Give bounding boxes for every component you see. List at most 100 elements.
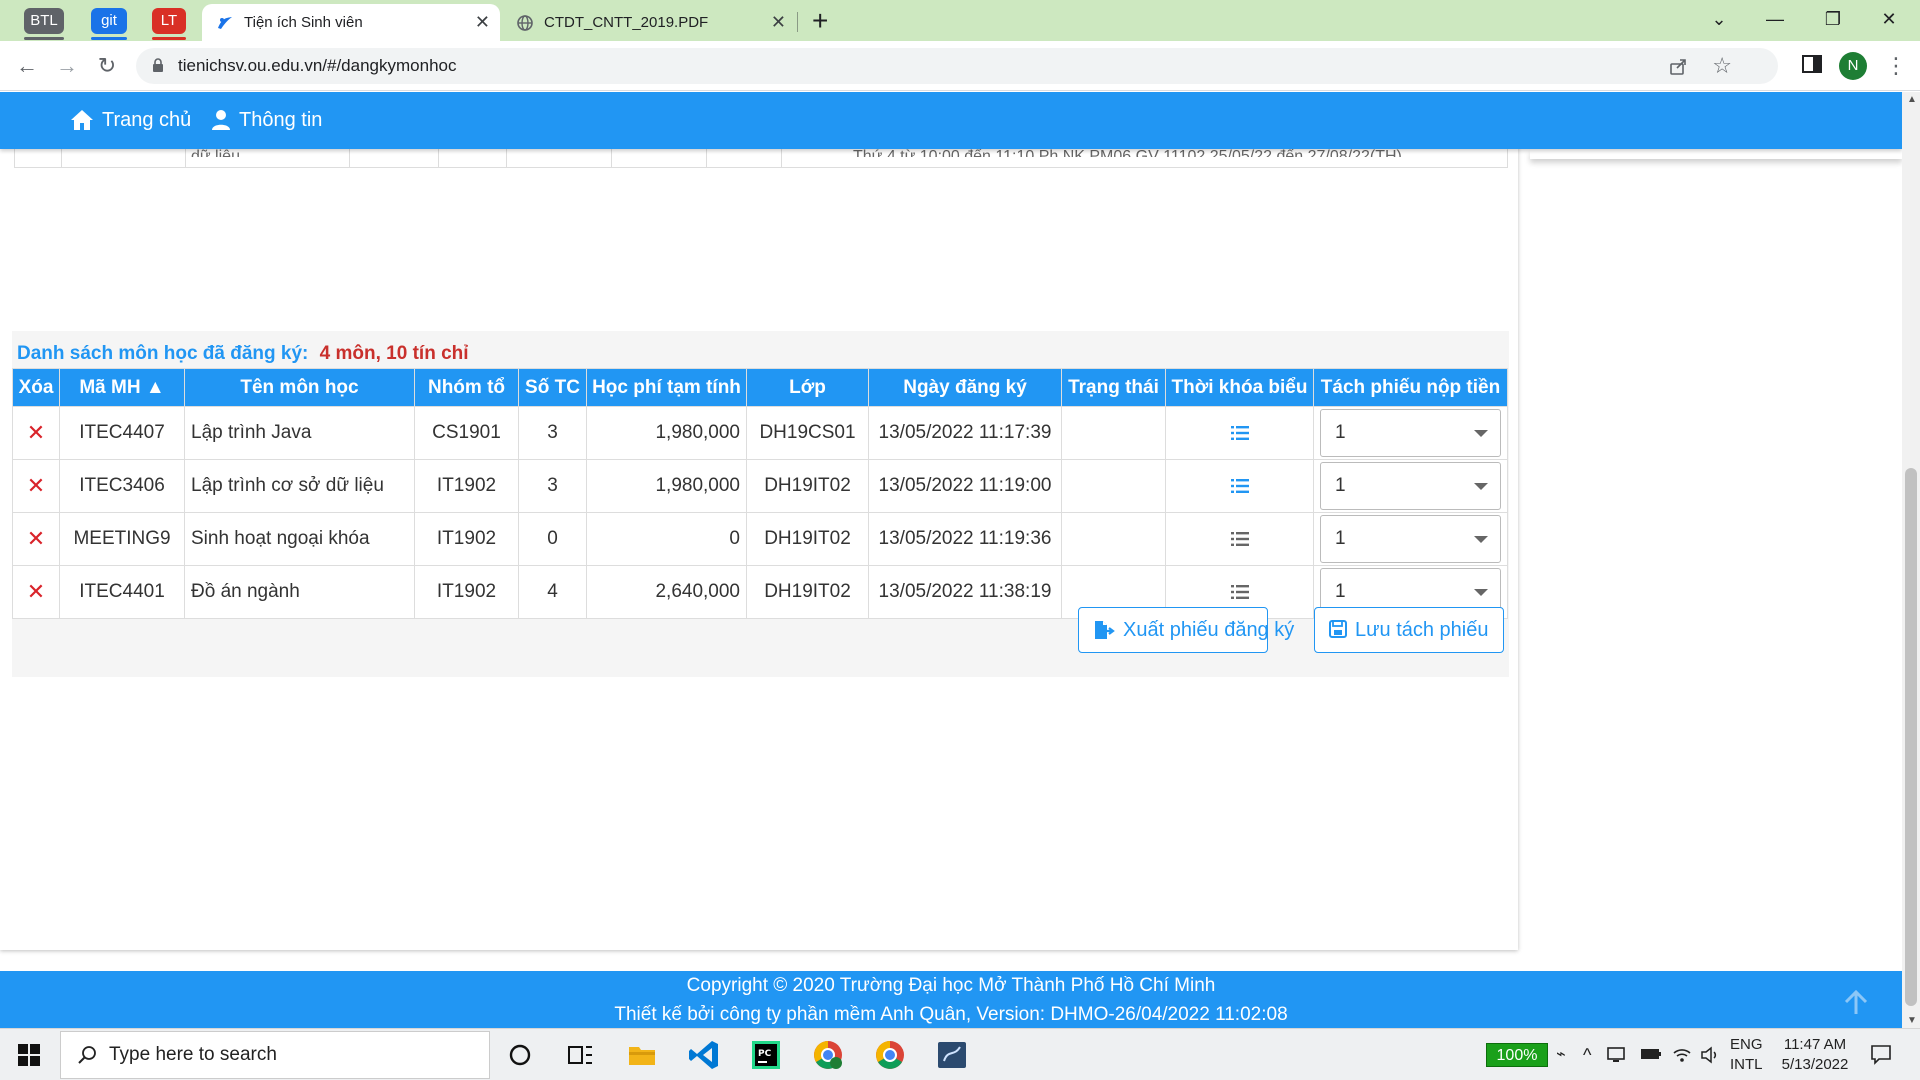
nav-info[interactable]: Thông tin (239, 92, 322, 149)
chrome-icon[interactable] (872, 1037, 908, 1073)
url-text[interactable]: tienichsv.ou.edu.vn/#/dangkymonhoc (178, 48, 456, 84)
tab-title: Tiện ích Sinh viên (244, 14, 363, 31)
bookmark-star-icon[interactable]: ☆ (1712, 53, 1732, 79)
page-scrollbar[interactable]: ▲ ▼ (1902, 92, 1920, 1028)
list-schedule-icon[interactable] (1230, 425, 1249, 441)
tab-ctdt-pdf[interactable]: CTDT_CNTT_2019.PDF ✕ (502, 4, 796, 41)
col-header-delete: Xóa (12, 368, 60, 407)
show-hidden-icons-chevron-icon[interactable]: ^ (1583, 1029, 1591, 1080)
input-language[interactable]: ENG INTL (1730, 1035, 1763, 1075)
col-header-code[interactable]: Mã MH ▲ (59, 368, 185, 407)
more-menu-icon[interactable]: ⋮ (1885, 51, 1907, 81)
floppy-save-icon (1329, 620, 1347, 638)
scrollbar-thumb[interactable] (1905, 468, 1917, 1006)
back-to-top-arrow-icon[interactable] (1842, 989, 1870, 1017)
cell-credits: 3 (518, 459, 587, 513)
cell-name: Sinh hoạt ngoại khóa (184, 512, 415, 566)
cell-fee: 2,640,000 (586, 565, 747, 619)
minimize-icon[interactable]: — (1752, 0, 1798, 41)
reload-icon[interactable]: ↻ (92, 51, 122, 81)
cell-split: 1 (1313, 406, 1508, 460)
cell-group: IT1902 (414, 512, 519, 566)
split-payment-select[interactable]: 1 (1320, 409, 1501, 457)
cell-date: 13/05/2022 11:17:39 (868, 406, 1062, 460)
tab-group-btl[interactable]: BTL (24, 8, 64, 40)
col-header-class[interactable]: Lớp (746, 368, 869, 407)
restore-icon[interactable]: ❐ (1810, 0, 1856, 41)
cell-split: 1 (1313, 459, 1508, 513)
delete-course-icon[interactable]: ✕ (27, 420, 45, 445)
nav-home[interactable]: Trang chủ (102, 92, 191, 149)
taskbar-search[interactable]: Type here to search (60, 1031, 490, 1079)
cortana-circle-icon[interactable] (502, 1037, 538, 1073)
split-payment-select[interactable]: 1 (1320, 462, 1501, 510)
save-split-button[interactable]: Lưu tách phiếu (1314, 607, 1504, 653)
browser-tab-strip: BTL git LT Tiện ích Sinh viên ✕ CTDT_CNT… (0, 0, 1920, 41)
window-close-icon[interactable]: ✕ (1866, 0, 1912, 41)
cell-name: Lập trình cơ sở dữ liệu (184, 459, 415, 513)
col-header-group[interactable]: Nhóm tổ (414, 368, 519, 407)
tab-group-git[interactable]: git (91, 8, 127, 40)
notification-center-icon[interactable] (1870, 1043, 1892, 1065)
close-icon[interactable]: ✕ (475, 4, 490, 41)
top-navbar: Trang chủ Thông tin (0, 92, 1902, 149)
site-favicon-icon (218, 17, 232, 29)
list-schedule-icon[interactable] (1230, 584, 1249, 600)
tab-title: CTDT_CNTT_2019.PDF (544, 14, 709, 31)
col-header-split: Tách phiếu nộp tiền (1313, 368, 1508, 407)
sql-server-icon[interactable] (934, 1037, 970, 1073)
globe-icon (517, 15, 533, 31)
list-schedule-icon[interactable] (1230, 478, 1249, 494)
split-value: 1 (1335, 475, 1346, 496)
course-list-table-bottom: dữ liệu Thứ 4,từ 10:00 đến 11:10,Ph NK.P… (14, 149, 1508, 168)
back-arrow-icon[interactable]: ← (12, 51, 42, 81)
cell-code: ITEC4401 (59, 565, 185, 619)
cell-split: 1 (1313, 512, 1508, 566)
windows-start-icon[interactable] (18, 1044, 40, 1066)
share-icon[interactable] (1668, 56, 1688, 76)
tab-group-lt[interactable]: LT (152, 8, 186, 40)
delete-course-icon[interactable]: ✕ (27, 579, 45, 604)
split-payment-select[interactable]: 1 (1320, 515, 1501, 563)
clock-time: 11:47 AM (1783, 1036, 1847, 1053)
close-icon[interactable]: ✕ (771, 4, 786, 41)
cell-group: IT1902 (414, 565, 519, 619)
tab-search-chevron-icon[interactable]: ⌄ (1696, 0, 1742, 41)
tab-tien-ich-sinh-vien[interactable]: Tiện ích Sinh viên ✕ (202, 4, 500, 41)
export-registration-button[interactable]: Xuất phiếu đăng ký (1078, 607, 1294, 653)
forward-arrow-icon[interactable]: → (52, 51, 82, 81)
pycharm-icon[interactable]: PC (748, 1037, 784, 1073)
cell-fee: 1,980,000 (586, 459, 747, 513)
cell-group: CS1901 (414, 406, 519, 460)
delete-course-icon[interactable]: ✕ (27, 526, 45, 551)
battery-icon[interactable] (1640, 1047, 1662, 1061)
split-value: 1 (1335, 581, 1346, 602)
delete-course-icon[interactable]: ✕ (27, 473, 45, 498)
chevron-down-icon (1474, 483, 1488, 490)
device-icon[interactable] (1606, 1045, 1626, 1065)
profile-avatar[interactable]: N (1839, 52, 1867, 80)
plug-icon[interactable]: ⌁ (1556, 1029, 1566, 1080)
scroll-down-arrow-icon[interactable]: ▼ (1907, 1015, 1917, 1026)
volume-icon[interactable] (1700, 1045, 1720, 1065)
col-header-credits[interactable]: Số TC (518, 368, 587, 407)
user-icon (212, 110, 230, 130)
battery-indicator[interactable]: 100% (1486, 1043, 1548, 1067)
side-panel-icon[interactable] (1801, 53, 1823, 75)
cell-credits: 4 (518, 565, 587, 619)
scroll-up-arrow-icon[interactable]: ▲ (1907, 94, 1917, 105)
file-explorer-icon[interactable] (624, 1037, 660, 1073)
col-header-date[interactable]: Ngày đăng ký (868, 368, 1062, 407)
list-schedule-icon[interactable] (1230, 531, 1249, 547)
task-view-icon[interactable] (562, 1037, 598, 1073)
system-clock[interactable]: 11:47 AM 5/13/2022 (1778, 1035, 1852, 1075)
col-header-name[interactable]: Tên môn học (184, 368, 415, 407)
registered-courses-table: Xóa Mã MH ▲ Tên môn học Nhóm tổ Số TC Họ… (12, 368, 1508, 619)
col-header-status[interactable]: Trạng thái (1061, 368, 1166, 407)
address-bar[interactable]: tienichsv.ou.edu.vn/#/dangkymonhoc ☆ (136, 48, 1778, 84)
new-tab-plus-icon[interactable]: + (812, 4, 828, 38)
vscode-icon[interactable] (686, 1037, 722, 1073)
chrome-profile-n-icon[interactable] (810, 1037, 846, 1073)
wifi-icon[interactable] (1672, 1045, 1692, 1065)
col-header-fee[interactable]: Học phí tạm tính (586, 368, 747, 407)
